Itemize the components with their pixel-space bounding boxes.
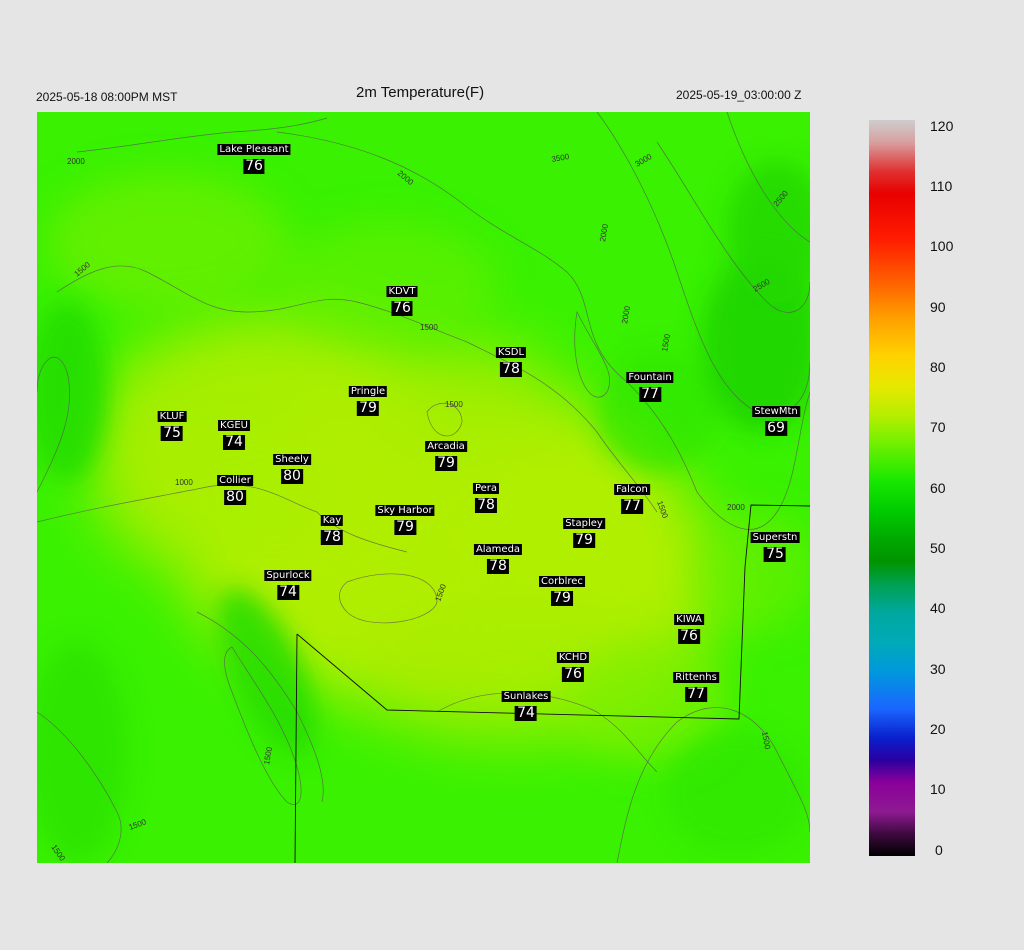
station-name: Fountain	[626, 372, 674, 383]
station-marker: KDVT 76	[386, 281, 418, 316]
station-marker: Superstn 75	[750, 527, 800, 562]
station-temperature: 69	[765, 420, 787, 436]
station-name: Superstn	[750, 532, 800, 543]
station-marker: Kay 78	[320, 510, 344, 545]
station-marker: Fountain 77	[626, 367, 674, 402]
station-name: KDVT	[386, 286, 418, 297]
station-marker: KSDL 78	[495, 342, 527, 377]
station-name: Sheely	[273, 454, 311, 465]
station-temperature: 79	[394, 519, 416, 535]
station-marker: KCHD 76	[556, 647, 590, 682]
station-temperature: 74	[223, 434, 245, 450]
colorbar-label-0: 0	[935, 842, 943, 858]
station-temperature: 78	[487, 558, 509, 574]
station-temperature: 75	[764, 546, 786, 562]
station-temperature: 79	[573, 532, 595, 548]
station-temperature: 76	[243, 158, 265, 174]
station-marker: KIWA 76	[674, 609, 704, 644]
station-temperature: 79	[551, 590, 573, 606]
station-temperature: 74	[515, 705, 537, 721]
station-name: Arcadia	[425, 441, 467, 452]
colorbar-label-120: 120	[930, 118, 954, 134]
station-marker: Falcon 77	[614, 479, 650, 514]
station-marker: Pera 78	[472, 478, 500, 513]
contour-label: 2000	[727, 503, 745, 512]
colorbar-label-50: 50	[930, 540, 946, 556]
station-name: StewMtn	[752, 406, 800, 417]
contour-label: 1500	[420, 323, 438, 332]
station-marker: Rittenhs 77	[673, 667, 719, 702]
station-marker: Alameda 78	[473, 539, 523, 574]
station-temperature: 76	[391, 300, 413, 316]
station-marker: StewMtn 69	[752, 401, 800, 436]
station-marker: Sunlakes 74	[501, 686, 551, 721]
station-name: Pera	[472, 483, 500, 494]
temperature-colorbar	[869, 120, 915, 856]
station-name: Spurlock	[264, 570, 312, 581]
station-name: Rittenhs	[673, 672, 719, 683]
station-temperature: 78	[500, 361, 522, 377]
station-marker: KLUF 75	[157, 406, 187, 441]
station-temperature: 78	[321, 529, 343, 545]
colorbar-label-80: 80	[930, 359, 946, 375]
station-marker: KGEU 74	[218, 415, 250, 450]
map-title: 2m Temperature(F)	[356, 84, 485, 101]
station-name: Kay	[320, 515, 344, 526]
station-temperature: 76	[678, 628, 700, 644]
station-temperature: 77	[685, 686, 707, 702]
station-temperature: 80	[224, 489, 246, 505]
station-temperature: 80	[281, 468, 303, 484]
valid-time-local: 2025-05-18 08:00PM MST	[36, 90, 178, 104]
colorbar-label-70: 70	[930, 419, 946, 435]
station-temperature: 77	[621, 498, 643, 514]
station-name: Alameda	[473, 544, 523, 555]
contour-label: 2000	[67, 157, 85, 166]
station-marker: Lake Pleasant 76	[217, 139, 291, 174]
station-name: Lake Pleasant	[217, 144, 291, 155]
station-name: Corblrec	[539, 576, 585, 587]
station-name: Sunlakes	[501, 691, 551, 702]
station-name: Collier	[217, 475, 253, 486]
station-temperature: 78	[475, 497, 497, 513]
station-name: KGEU	[218, 420, 250, 431]
station-temperature: 79	[435, 455, 457, 471]
station-marker: Collier 80	[217, 470, 253, 505]
station-marker: Pringle 79	[348, 381, 388, 416]
station-name: KIWA	[674, 614, 704, 625]
station-name: Falcon	[614, 484, 650, 495]
colorbar-label-20: 20	[930, 721, 946, 737]
station-temperature: 77	[639, 386, 661, 402]
station-temperature: 74	[277, 584, 299, 600]
colorbar-label-100: 100	[930, 238, 954, 254]
contour-label: 1500	[445, 400, 463, 409]
station-temperature: 76	[562, 666, 584, 682]
station-temperature: 75	[161, 425, 183, 441]
station-name: KCHD	[556, 652, 590, 663]
station-marker: Spurlock 74	[264, 565, 312, 600]
colorbar-label-90: 90	[930, 299, 946, 315]
colorbar-label-40: 40	[930, 600, 946, 616]
station-marker: Sky Harbor 79	[375, 500, 435, 535]
colorbar-label-60: 60	[930, 480, 946, 496]
station-name: Sky Harbor	[375, 505, 435, 516]
station-marker: Stapley 79	[563, 513, 605, 548]
station-name: Stapley	[563, 518, 605, 529]
station-marker: Sheely 80	[273, 449, 311, 484]
contour-label: 1000	[175, 478, 193, 487]
station-name: KLUF	[157, 411, 187, 422]
temperature-field	[37, 112, 810, 863]
temperature-map: 2000 2000 1500 1500 1500 1000 2000 2000 …	[37, 112, 810, 863]
colorbar-label-110: 110	[930, 178, 953, 194]
station-marker: Arcadia 79	[425, 436, 467, 471]
station-marker: Corblrec 79	[539, 571, 585, 606]
station-temperature: 79	[357, 400, 379, 416]
station-name: Pringle	[348, 386, 388, 397]
colorbar-label-10: 10	[930, 781, 946, 797]
station-name: KSDL	[495, 347, 527, 358]
valid-time-utc: 2025-05-19_03:00:00 Z	[676, 88, 802, 102]
colorbar-label-30: 30	[930, 661, 946, 677]
